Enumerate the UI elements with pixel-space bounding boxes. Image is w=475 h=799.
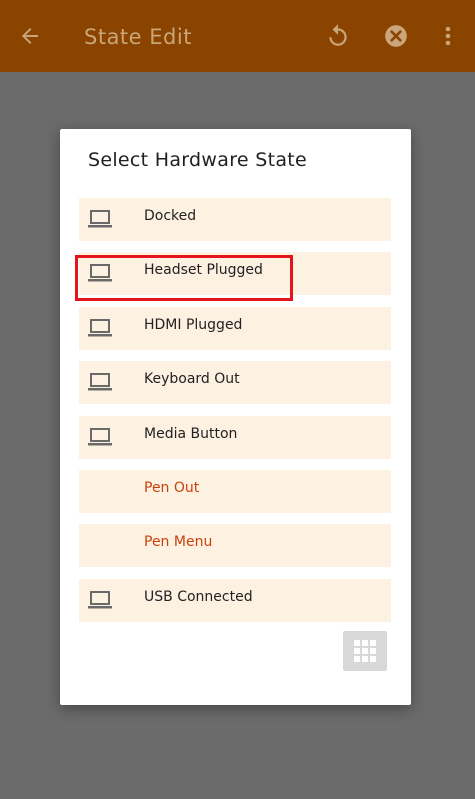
list-item-label: Docked: [144, 208, 197, 224]
laptop-icon: [88, 210, 112, 228]
page-title: State Edit: [84, 25, 192, 49]
laptop-icon: [88, 373, 112, 391]
list-item-pen-menu[interactable]: Pen Menu: [79, 524, 391, 568]
list-item-label: USB Connected: [144, 588, 253, 605]
list-item-pen-out[interactable]: Pen Out: [79, 469, 391, 513]
state-list: Docked Headset Plugged HDMI Plugged Keyb…: [79, 198, 391, 633]
grid-icon: [354, 640, 376, 662]
refresh-icon[interactable]: [322, 20, 354, 52]
more-vert-icon[interactable]: [432, 20, 464, 52]
list-item-label: Headset Plugged: [144, 262, 263, 279]
list-item-usb-connected[interactable]: USB Connected: [79, 578, 391, 622]
back-arrow-icon[interactable]: [14, 20, 46, 52]
list-item-docked[interactable]: Docked: [79, 198, 391, 241]
list-item-label: HDMI Plugged: [144, 316, 243, 333]
list-item-label: Media Button: [144, 425, 238, 442]
laptop-icon: [88, 590, 112, 609]
grid-view-button[interactable]: [343, 631, 387, 671]
screen: State Edit Select Hardware State Docked …: [0, 0, 475, 799]
laptop-icon: [88, 318, 112, 337]
laptop-icon: [88, 427, 112, 446]
list-item-keyboard-out[interactable]: Keyboard Out: [79, 361, 391, 405]
list-item-media-button[interactable]: Media Button: [79, 415, 391, 459]
list-item-label: Keyboard Out: [144, 371, 240, 388]
list-item-label: Pen Out: [144, 479, 200, 496]
laptop-icon: [88, 264, 112, 282]
list-item-hdmi-plugged[interactable]: HDMI Plugged: [79, 306, 391, 350]
list-item-headset-plugged[interactable]: Headset Plugged: [79, 252, 391, 296]
select-state-dialog: Select Hardware State Docked Headset Plu…: [60, 129, 411, 705]
app-bar: State Edit: [0, 0, 475, 72]
list-item-label: Pen Menu: [144, 534, 213, 551]
close-icon[interactable]: [380, 20, 412, 52]
dialog-title: Select Hardware State: [88, 149, 308, 171]
